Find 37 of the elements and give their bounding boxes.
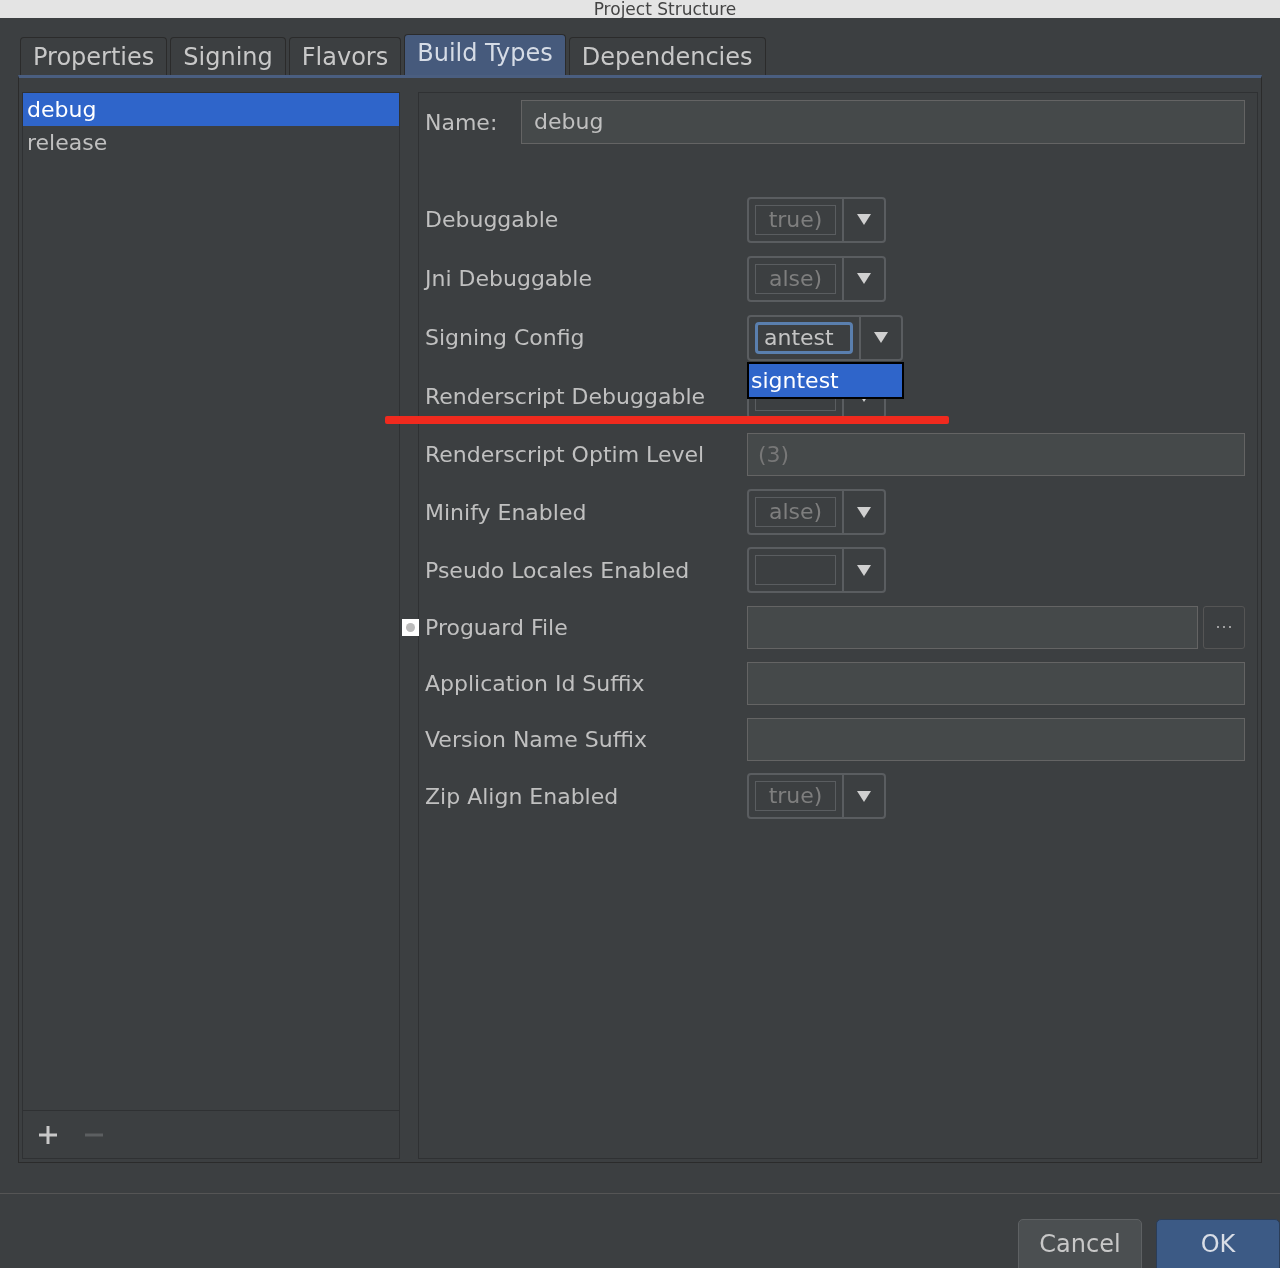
- field-label: Pseudo Locales Enabled: [425, 556, 690, 585]
- field-label: Name:: [425, 108, 499, 137]
- tab[interactable]: Dependencies: [568, 37, 766, 75]
- bullet-icon: [402, 618, 419, 636]
- tab[interactable]: Flavors: [288, 37, 402, 75]
- dropdown[interactable]: [747, 547, 886, 593]
- window-title: Project Structure: [593, 0, 737, 18]
- field-label: Debuggable: [425, 206, 559, 234]
- file-field[interactable]: [747, 605, 1198, 649]
- dropdown[interactable]: alse): [747, 255, 886, 302]
- field-label: Application Id Suffix: [425, 669, 645, 698]
- text-field[interactable]: [747, 717, 1245, 761]
- field-label: Minify Enabled: [425, 498, 587, 527]
- tab[interactable]: Properties: [20, 37, 168, 75]
- tab[interactable]: Build Types: [404, 34, 566, 75]
- dropdown[interactable]: alse): [747, 489, 886, 535]
- dropdown[interactable]: true): [747, 773, 886, 819]
- ellipsis-icon: [1217, 625, 1231, 629]
- dropdown[interactable]: antest: [747, 314, 903, 361]
- field-label: Jni Debuggable: [425, 265, 592, 293]
- tab[interactable]: Signing: [170, 37, 286, 75]
- list-item[interactable]: release: [23, 126, 399, 159]
- list-item[interactable]: debug: [23, 93, 399, 126]
- text-field[interactable]: [747, 661, 1245, 705]
- add-icon[interactable]: [37, 1123, 59, 1146]
- dropdown-menu[interactable]: signtest: [747, 362, 904, 399]
- cancel-button[interactable]: Cancel: [1018, 1219, 1142, 1268]
- field-label: Renderscript Optim Level: [425, 440, 705, 469]
- name-field[interactable]: debug: [521, 100, 1245, 144]
- field-label: Proguard File: [425, 613, 568, 642]
- ok-button[interactable]: OK: [1156, 1219, 1280, 1268]
- field-label: Version Name Suffix: [425, 725, 647, 754]
- field-label: Renderscript Debuggable: [425, 382, 706, 411]
- dropdown[interactable]: true): [747, 196, 886, 243]
- browse-button[interactable]: [1203, 605, 1245, 649]
- field-label: Zip Align Enabled: [425, 782, 619, 811]
- field-label: Signing Config: [425, 324, 585, 352]
